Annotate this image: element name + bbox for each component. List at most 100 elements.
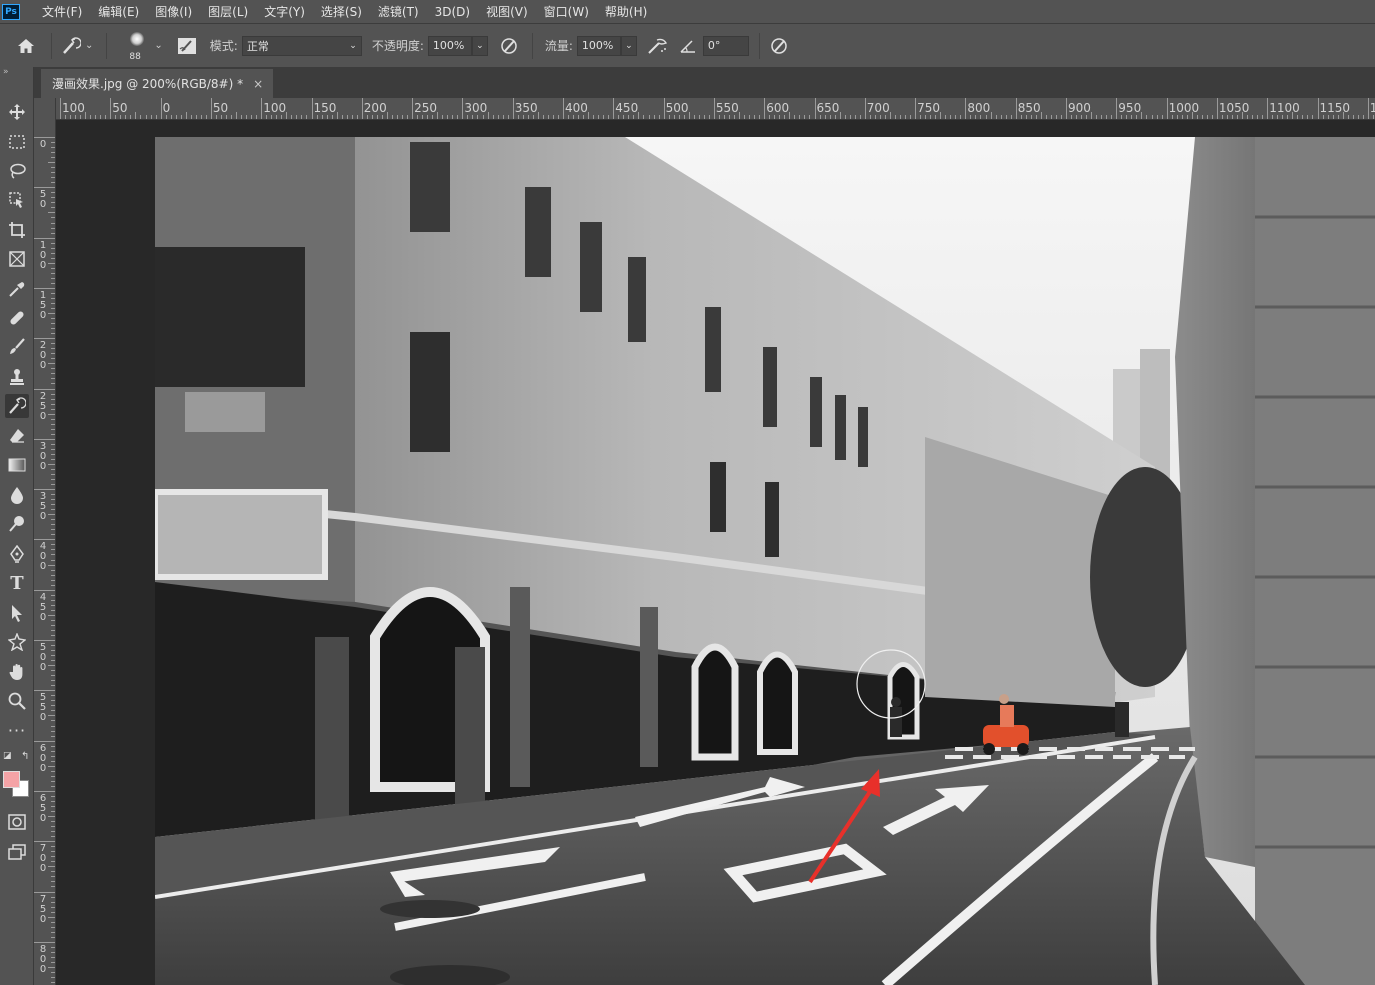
window	[765, 482, 779, 557]
menu-image[interactable]: 图像(I)	[147, 3, 200, 20]
pressure-size-icon[interactable]	[768, 35, 790, 57]
ruler-minor-tick	[48, 463, 55, 465]
menu-window[interactable]: 窗口(W)	[536, 3, 597, 20]
ruler-minor-tick	[48, 765, 55, 767]
photoshop-window: Ps 文件(F) 编辑(E) 图像(I) 图层(L) 文字(Y) 选择(S) 滤…	[0, 0, 1375, 985]
history-brush-icon[interactable]	[5, 394, 29, 418]
airbrush-icon[interactable]	[647, 35, 669, 57]
ruler-minor-tick	[51, 680, 55, 682]
menu-edit[interactable]: 编辑(E)	[90, 3, 147, 20]
ruler-minor-tick	[251, 115, 253, 119]
ruler-tick	[34, 790, 55, 792]
zoom-icon[interactable]	[5, 689, 29, 713]
ruler-minor-tick	[51, 142, 55, 144]
ruler-minor-tick	[341, 115, 343, 119]
eraser-icon[interactable]	[5, 424, 29, 448]
ruler-minor-tick	[1131, 115, 1133, 119]
menu-view[interactable]: 视图(V)	[478, 3, 536, 20]
hand-icon[interactable]	[5, 660, 29, 684]
panel-grip-icon[interactable]: »	[0, 67, 33, 79]
ruler-minor-tick	[432, 115, 434, 119]
street-photo[interactable]	[155, 137, 1375, 985]
brush-settings-panel-icon[interactable]	[176, 35, 198, 57]
default-colors-icon[interactable]: ◪	[3, 751, 12, 761]
brush-icon[interactable]	[5, 335, 29, 359]
angle-input[interactable]: 0°	[702, 35, 749, 56]
ruler-label: 0	[162, 101, 171, 115]
dodge-icon[interactable]	[5, 512, 29, 536]
screen-mode-icon[interactable]	[5, 840, 29, 864]
opacity-input[interactable]: 100%	[427, 35, 472, 56]
ruler-minor-tick	[789, 112, 791, 119]
ruler-label: 350	[514, 101, 538, 115]
flow-input[interactable]: 100%	[576, 35, 621, 56]
pressure-opacity-icon[interactable]	[498, 35, 520, 57]
object-select-icon[interactable]	[5, 188, 29, 212]
vertical-ruler[interactable]: 0 50 100 150 200 250 300 350 400 450 500 550 600 650 7…	[34, 120, 56, 985]
lasso-icon[interactable]	[5, 159, 29, 183]
ruler-label: 100	[39, 239, 47, 271]
foreground-color-swatch[interactable]	[3, 771, 20, 788]
path-select-icon[interactable]	[5, 601, 29, 625]
history-brush-preset-icon[interactable]	[60, 35, 82, 57]
chevron-down-icon[interactable]: ⌄	[85, 40, 93, 51]
blur-icon[interactable]	[5, 483, 29, 507]
menu-type[interactable]: 文字(Y)	[256, 3, 313, 20]
ruler-tick	[663, 98, 665, 119]
ruler-tick	[1317, 98, 1319, 119]
ruler-label: 800	[39, 943, 47, 975]
brush-preset-picker[interactable]: 88	[121, 26, 151, 66]
gradient-icon[interactable]	[5, 453, 29, 477]
ruler-minor-tick	[930, 115, 932, 119]
pen-icon[interactable]	[5, 542, 29, 566]
menu-filter[interactable]: 滤镜(T)	[370, 3, 427, 20]
mode-select[interactable]: 正常 ⌄	[241, 35, 362, 56]
chevron-down-icon[interactable]: ⌄	[154, 40, 162, 51]
ruler-minor-tick	[215, 115, 217, 119]
home-icon[interactable]	[15, 35, 37, 57]
marquee-icon[interactable]	[5, 130, 29, 154]
type-icon[interactable]: T	[5, 571, 29, 595]
document-tab[interactable]: 漫画效果.jpg @ 200%(RGB/8#) * ×	[41, 69, 273, 98]
ruler-tick	[864, 98, 866, 119]
document-tab-title: 漫画效果.jpg @ 200%(RGB/8#) *	[52, 77, 244, 91]
flow-slider-toggle[interactable]: ⌄	[620, 35, 637, 56]
ruler-minor-tick	[51, 876, 55, 878]
opacity-slider-toggle[interactable]: ⌄	[471, 35, 488, 56]
ruler-minor-tick	[950, 115, 952, 119]
ruler-minor-tick	[51, 821, 55, 823]
ruler-minor-tick	[51, 609, 55, 611]
crop-icon[interactable]	[5, 218, 29, 242]
ruler-minor-tick	[51, 182, 55, 184]
ruler-minor-tick	[718, 115, 720, 119]
menu-layer[interactable]: 图层(L)	[200, 3, 256, 20]
menu-file[interactable]: 文件(F)	[34, 3, 90, 20]
menu-select[interactable]: 选择(S)	[313, 3, 370, 20]
ruler-minor-tick	[1257, 115, 1259, 119]
healing-icon[interactable]	[5, 306, 29, 330]
ruler-minor-tick	[51, 770, 55, 772]
window	[710, 462, 726, 532]
stamp-icon[interactable]	[5, 365, 29, 389]
ruler-origin[interactable]	[34, 98, 56, 120]
shape-icon[interactable]	[5, 630, 29, 654]
eyedropper-icon[interactable]	[5, 277, 29, 301]
ruler-minor-tick	[1045, 115, 1047, 119]
canvas-area[interactable]	[56, 120, 1375, 985]
ruler-minor-tick	[537, 112, 539, 119]
close-icon[interactable]: ×	[253, 77, 263, 91]
swap-colors-icon[interactable]: ↰	[21, 751, 29, 762]
more-icon[interactable]: ···	[5, 718, 29, 742]
ruler-label: 900	[1068, 101, 1091, 115]
ruler-tick	[160, 98, 162, 119]
quick-mask-icon[interactable]	[5, 810, 29, 834]
ruler-minor-tick	[1262, 115, 1264, 119]
horizontal-ruler[interactable]: 100 50 0 50 100 150 200 250 300 350 400 450 500 550 60…	[34, 98, 1375, 120]
move-icon[interactable]	[5, 100, 29, 124]
ruler-minor-tick	[351, 115, 353, 119]
ruler-minor-tick	[1201, 115, 1203, 119]
ps-logo[interactable]: Ps	[2, 3, 20, 20]
frame-icon[interactable]	[5, 247, 29, 271]
menu-3d[interactable]: 3D(D)	[427, 5, 478, 19]
menu-help[interactable]: 帮助(H)	[597, 3, 655, 20]
